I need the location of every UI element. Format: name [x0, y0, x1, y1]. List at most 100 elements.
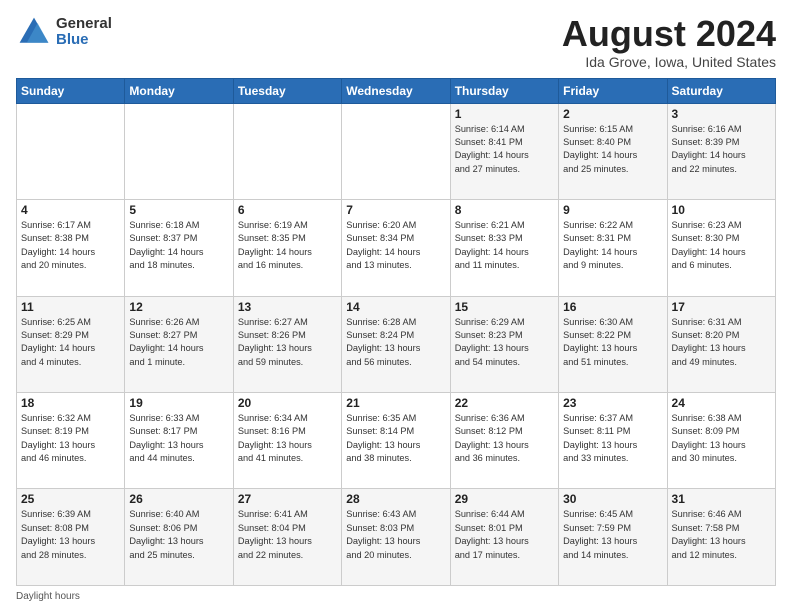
- day-number: 4: [21, 203, 120, 217]
- weekday-header-saturday: Saturday: [667, 78, 775, 103]
- day-detail: Sunrise: 6:46 AMSunset: 7:58 PMDaylight:…: [672, 508, 771, 561]
- page: General Blue August 2024 Ida Grove, Iowa…: [0, 0, 792, 612]
- day-number: 7: [346, 203, 445, 217]
- day-detail: Sunrise: 6:34 AMSunset: 8:16 PMDaylight:…: [238, 412, 337, 465]
- day-number: 26: [129, 492, 228, 506]
- day-number: 29: [455, 492, 554, 506]
- day-number: 2: [563, 107, 662, 121]
- day-detail: Sunrise: 6:39 AMSunset: 8:08 PMDaylight:…: [21, 508, 120, 561]
- day-detail: Sunrise: 6:36 AMSunset: 8:12 PMDaylight:…: [455, 412, 554, 465]
- footer-note: Daylight hours: [16, 591, 776, 602]
- day-cell: 6 Sunrise: 6:19 AMSunset: 8:35 PMDaylight…: [233, 200, 341, 296]
- day-cell: 17Sunrise: 6:31 AMSunset: 8:20 PMDayligh…: [667, 296, 775, 392]
- weekday-header-wednesday: Wednesday: [342, 78, 450, 103]
- week-row-5: 25Sunrise: 6:39 AMSunset: 8:08 PMDayligh…: [17, 489, 776, 586]
- day-number: 13: [238, 300, 337, 314]
- day-cell: 19 Sunrise: 6:33 AMSunset: 8:17 PMDayligh…: [125, 393, 233, 489]
- day-cell: 5Sunrise: 6:18 AMSunset: 8:37 PMDaylight…: [125, 200, 233, 296]
- calendar-title: August 2024: [562, 14, 776, 54]
- day-cell: 1 Sunrise: 6:14 AMSunset: 8:41 PMDaylight…: [450, 103, 558, 199]
- week-row-4: 18 Sunrise: 6:32 AMSunset: 8:19 PMDayligh…: [17, 393, 776, 489]
- day-cell: 7 Sunrise: 6:20 AMSunset: 8:34 PMDaylight…: [342, 200, 450, 296]
- day-number: 24: [672, 396, 771, 410]
- day-cell: 31Sunrise: 6:46 AMSunset: 7:58 PMDayligh…: [667, 489, 775, 586]
- day-cell: [17, 103, 125, 199]
- day-detail: Sunrise: 6:45 AMSunset: 7:59 PMDaylight:…: [563, 508, 662, 561]
- day-cell: [233, 103, 341, 199]
- weekday-header-row: SundayMondayTuesdayWednesdayThursdayFrid…: [17, 78, 776, 103]
- day-number: 12: [129, 300, 228, 314]
- logo-text: General Blue: [56, 16, 112, 49]
- day-detail: Sunrise: 6:16 AMSunset: 8:39 PMDaylight:…: [672, 123, 771, 176]
- day-cell: 8Sunrise: 6:21 AMSunset: 8:33 PMDaylight…: [450, 200, 558, 296]
- day-number: 14: [346, 300, 445, 314]
- day-number: 6: [238, 203, 337, 217]
- day-detail: Sunrise: 6:43 AMSunset: 8:03 PMDaylight:…: [346, 508, 445, 561]
- weekday-header-friday: Friday: [559, 78, 667, 103]
- day-cell: 28 Sunrise: 6:43 AMSunset: 8:03 PMDayligh…: [342, 489, 450, 586]
- day-detail: Sunrise: 6:15 AMSunset: 8:40 PMDaylight:…: [563, 123, 662, 176]
- day-cell: 2 Sunrise: 6:15 AMSunset: 8:40 PMDaylight…: [559, 103, 667, 199]
- day-detail: Sunrise: 6:37 AMSunset: 8:11 PMDaylight:…: [563, 412, 662, 465]
- day-cell: 20 Sunrise: 6:34 AMSunset: 8:16 PMDayligh…: [233, 393, 341, 489]
- day-number: 11: [21, 300, 120, 314]
- day-number: 8: [455, 203, 554, 217]
- day-number: 30: [563, 492, 662, 506]
- day-cell: 12 Sunrise: 6:26 AMSunset: 8:27 PMDayligh…: [125, 296, 233, 392]
- day-cell: 16Sunrise: 6:30 AMSunset: 8:22 PMDayligh…: [559, 296, 667, 392]
- logo-blue-label: Blue: [56, 32, 112, 49]
- day-cell: 18 Sunrise: 6:32 AMSunset: 8:19 PMDayligh…: [17, 393, 125, 489]
- day-number: 27: [238, 492, 337, 506]
- day-cell: [125, 103, 233, 199]
- calendar-table: SundayMondayTuesdayWednesdayThursdayFrid…: [16, 78, 776, 586]
- day-detail: Sunrise: 6:14 AMSunset: 8:41 PMDaylight:…: [455, 123, 554, 176]
- day-cell: 11Sunrise: 6:25 AMSunset: 8:29 PMDayligh…: [17, 296, 125, 392]
- day-number: 1: [455, 107, 554, 121]
- day-cell: 25Sunrise: 6:39 AMSunset: 8:08 PMDayligh…: [17, 489, 125, 586]
- logo-general-label: General: [56, 16, 112, 33]
- day-number: 9: [563, 203, 662, 217]
- day-cell: 13Sunrise: 6:27 AMSunset: 8:26 PMDayligh…: [233, 296, 341, 392]
- day-cell: 22 Sunrise: 6:36 AMSunset: 8:12 PMDayligh…: [450, 393, 558, 489]
- day-number: 15: [455, 300, 554, 314]
- day-detail: Sunrise: 6:38 AMSunset: 8:09 PMDaylight:…: [672, 412, 771, 465]
- day-number: 3: [672, 107, 771, 121]
- day-cell: 23Sunrise: 6:37 AMSunset: 8:11 PMDayligh…: [559, 393, 667, 489]
- week-row-3: 11Sunrise: 6:25 AMSunset: 8:29 PMDayligh…: [17, 296, 776, 392]
- day-detail: Sunrise: 6:32 AMSunset: 8:19 PMDaylight:…: [21, 412, 120, 465]
- day-cell: 26 Sunrise: 6:40 AMSunset: 8:06 PMDayligh…: [125, 489, 233, 586]
- day-detail: Sunrise: 6:40 AMSunset: 8:06 PMDaylight:…: [129, 508, 228, 561]
- day-detail: Sunrise: 6:22 AMSunset: 8:31 PMDaylight:…: [563, 219, 662, 272]
- day-number: 17: [672, 300, 771, 314]
- day-cell: 29 Sunrise: 6:44 AMSunset: 8:01 PMDayligh…: [450, 489, 558, 586]
- day-number: 10: [672, 203, 771, 217]
- header: General Blue August 2024 Ida Grove, Iowa…: [16, 14, 776, 70]
- day-cell: 9 Sunrise: 6:22 AMSunset: 8:31 PMDaylight…: [559, 200, 667, 296]
- day-detail: Sunrise: 6:29 AMSunset: 8:23 PMDaylight:…: [455, 316, 554, 369]
- day-number: 20: [238, 396, 337, 410]
- day-cell: 4 Sunrise: 6:17 AMSunset: 8:38 PMDaylight…: [17, 200, 125, 296]
- day-detail: Sunrise: 6:17 AMSunset: 8:38 PMDaylight:…: [21, 219, 120, 272]
- day-cell: 15 Sunrise: 6:29 AMSunset: 8:23 PMDayligh…: [450, 296, 558, 392]
- day-detail: Sunrise: 6:44 AMSunset: 8:01 PMDaylight:…: [455, 508, 554, 561]
- day-number: 28: [346, 492, 445, 506]
- day-detail: Sunrise: 6:19 AMSunset: 8:35 PMDaylight:…: [238, 219, 337, 272]
- day-number: 22: [455, 396, 554, 410]
- day-cell: 21Sunrise: 6:35 AMSunset: 8:14 PMDayligh…: [342, 393, 450, 489]
- calendar-location: Ida Grove, Iowa, United States: [562, 54, 776, 70]
- day-cell: 14 Sunrise: 6:28 AMSunset: 8:24 PMDayligh…: [342, 296, 450, 392]
- day-detail: Sunrise: 6:26 AMSunset: 8:27 PMDaylight:…: [129, 316, 228, 369]
- weekday-header-monday: Monday: [125, 78, 233, 103]
- logo: General Blue: [16, 14, 112, 50]
- day-detail: Sunrise: 6:33 AMSunset: 8:17 PMDaylight:…: [129, 412, 228, 465]
- day-number: 18: [21, 396, 120, 410]
- day-detail: Sunrise: 6:28 AMSunset: 8:24 PMDaylight:…: [346, 316, 445, 369]
- title-block: August 2024 Ida Grove, Iowa, United Stat…: [562, 14, 776, 70]
- day-number: 19: [129, 396, 228, 410]
- week-row-1: 1 Sunrise: 6:14 AMSunset: 8:41 PMDaylight…: [17, 103, 776, 199]
- day-detail: Sunrise: 6:20 AMSunset: 8:34 PMDaylight:…: [346, 219, 445, 272]
- day-detail: Sunrise: 6:30 AMSunset: 8:22 PMDaylight:…: [563, 316, 662, 369]
- weekday-header-sunday: Sunday: [17, 78, 125, 103]
- weekday-header-tuesday: Tuesday: [233, 78, 341, 103]
- day-detail: Sunrise: 6:23 AMSunset: 8:30 PMDaylight:…: [672, 219, 771, 272]
